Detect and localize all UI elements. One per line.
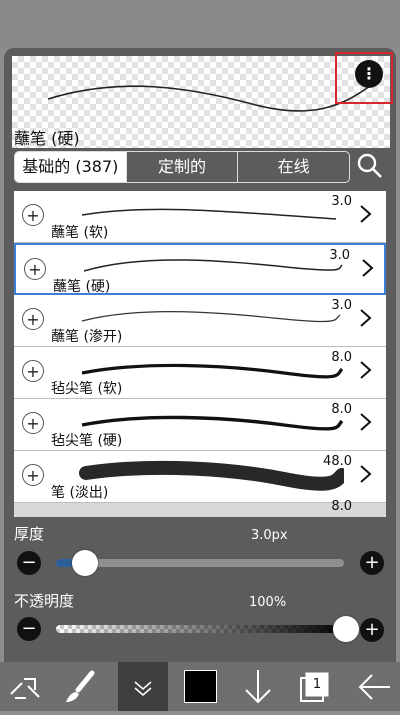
back-arrow-icon [358,674,390,700]
chevron-right-icon[interactable] [359,307,373,329]
tab-custom[interactable]: 定制的 [125,152,238,182]
down-arrow-icon [245,670,271,704]
brush-size: 3.0 [329,248,350,263]
brush-size: 3.0 [331,298,352,313]
more-options-button[interactable]: ⋮ [355,60,383,88]
brush-size: 48.0 [323,454,352,469]
brush-name: 毡尖笔 (软) [51,381,123,397]
back-button[interactable] [350,662,400,711]
brush-name: 蘸笔 (渗开) [51,329,123,345]
brush-size: 8.0 [331,499,352,514]
color-button[interactable] [175,662,225,711]
brush-icon [66,670,95,702]
chevron-right-icon[interactable] [359,359,373,381]
list-item[interactable]: + 8.0 毡尖笔 (硬) [14,399,386,451]
brush-size: 8.0 [331,402,352,417]
opacity-decrease-button[interactable]: − [17,617,41,641]
opacity-label: 不透明度 [14,592,75,610]
chevron-right-icon[interactable] [359,411,373,433]
thickness-slider[interactable] [56,559,344,567]
layers-button[interactable]: 1 [290,662,340,711]
brush-stroke-preview [83,259,343,272]
bottom-toolbar: 1 [0,662,400,711]
add-brush-button[interactable]: + [22,412,44,434]
list-item[interactable]: + 3.0 蘸笔 (软) [14,191,386,243]
current-brush-name: 蘸笔 (硬) [14,129,80,148]
brush-tabs: 基础的 (387) 定制的 在线 [14,151,350,183]
list-item[interactable]: + 8.0 毡尖笔 (软) [14,347,386,399]
add-brush-button[interactable]: + [22,308,44,330]
brush-size: 3.0 [331,194,352,209]
thickness-slider-thumb[interactable] [72,550,98,576]
brush-list[interactable]: + 3.0 蘸笔 (软) + 3.0 蘸笔 (硬) + 3.0 蘸笔 (渗开) … [14,191,386,517]
opacity-slider[interactable] [56,625,348,633]
opacity-increase-button[interactable]: + [360,618,384,642]
brush-name: 笔 (淡出) [51,485,109,501]
brush-stroke-preview [79,460,344,491]
list-item-selected[interactable]: + 3.0 蘸笔 (硬) [14,243,386,295]
list-item[interactable]: + 48.0 笔 (淡出) [14,451,386,503]
chevron-right-icon[interactable] [359,463,373,485]
list-item[interactable]: + 3.0 蘸笔 (渗开) [14,295,386,347]
search-icon [357,153,382,178]
brush-name: 毡尖笔 (硬) [51,433,123,449]
tab-online[interactable]: 在线 [237,152,349,182]
thickness-label: 厚度 [14,525,45,543]
tab-basic[interactable]: 基础的 (387) [15,152,126,182]
list-item-partial[interactable]: 8.0 [14,499,386,517]
thickness-value: 3.0px [251,528,288,543]
add-brush-button[interactable]: + [24,258,46,280]
brush-size: 8.0 [331,350,352,365]
brush-tool-button[interactable] [56,662,106,711]
top-bar [0,0,400,50]
collapse-panel-button[interactable] [118,662,168,711]
thickness-decrease-button[interactable]: − [17,551,41,575]
collapse-icon [134,681,152,696]
brush-name: 蘸笔 (硬) [53,279,111,295]
thickness-increase-button[interactable]: + [360,551,384,575]
color-swatch [184,670,217,703]
chevron-right-icon[interactable] [359,203,373,225]
transform-tool-button[interactable] [0,662,50,711]
save-down-button[interactable] [233,662,283,711]
search-button[interactable] [356,152,384,180]
add-brush-button[interactable]: + [22,360,44,382]
opacity-slider-thumb[interactable] [333,616,359,642]
add-brush-button[interactable]: + [22,464,44,486]
brush-name: 蘸笔 (软) [51,225,109,241]
brush-stroke-preview [81,208,337,220]
layer-count: 1 [312,677,322,692]
transform-icon [10,678,40,699]
add-brush-button[interactable]: + [22,204,44,226]
opacity-value: 100% [249,595,287,610]
chevron-right-icon[interactable] [361,257,375,279]
